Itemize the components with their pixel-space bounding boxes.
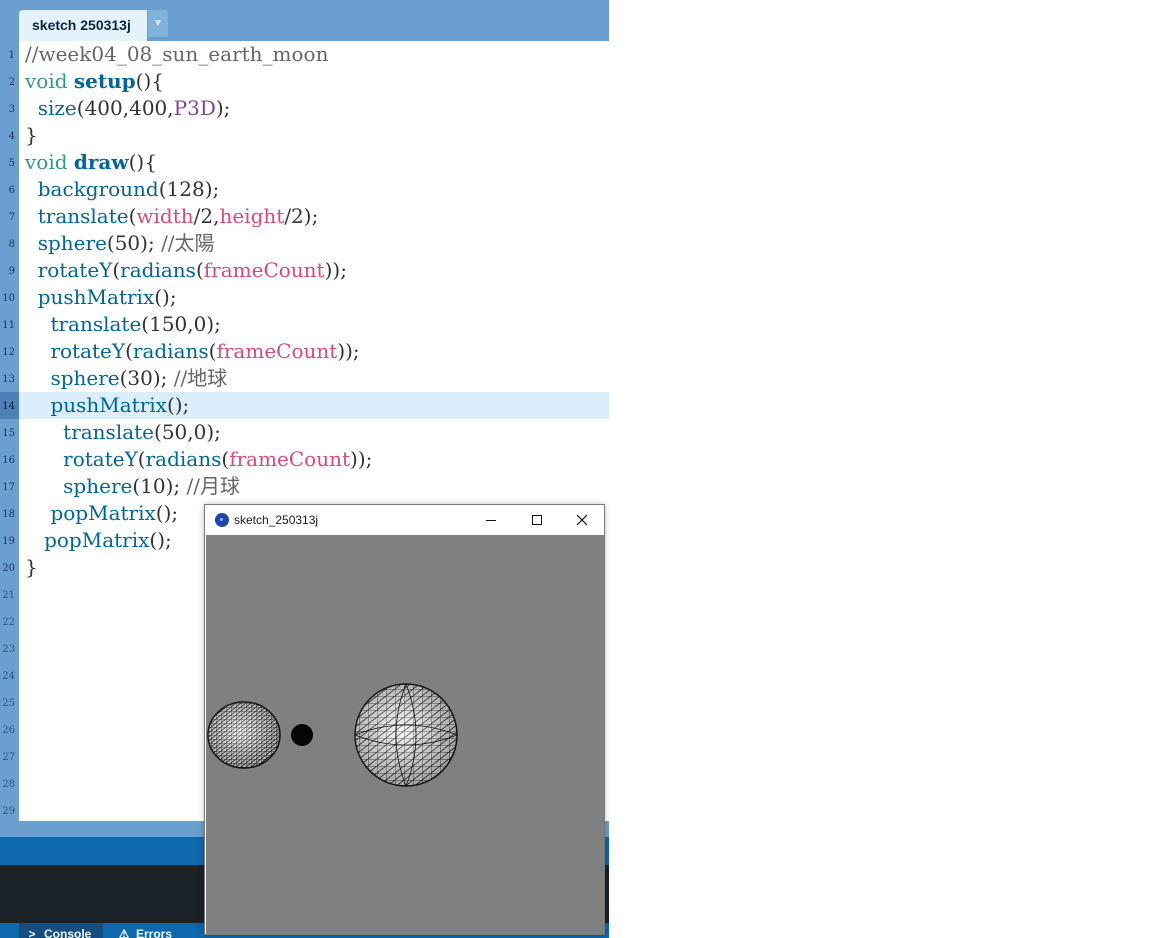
line-number: 21 — [2, 590, 15, 601]
line-number: 2 — [8, 77, 15, 88]
line-number: 10 — [2, 293, 15, 304]
line-number: 13 — [2, 374, 15, 385]
line-number: 1 — [8, 50, 15, 61]
code-line[interactable]: translate(width/2,height/2); — [25, 203, 319, 230]
line-number: 12 — [2, 347, 15, 358]
close-icon — [576, 514, 588, 526]
line-number: 23 — [2, 644, 15, 655]
sketch-render — [207, 683, 458, 787]
sketch-window-title: sketch_250313j — [234, 513, 319, 527]
sketch-window[interactable]: sketch_250313j — [204, 504, 605, 935]
line-number-gutter: 1 2 3 4 5 6 7 8 9 10 11 12 13 14 15 16 17 18 19 20 21 22 23 24 2… — [0, 41, 19, 821]
code-line[interactable]: void draw(){ — [25, 149, 157, 176]
processing-app-icon — [215, 513, 229, 527]
line-number: 29 — [2, 806, 15, 817]
maximize-button[interactable] — [514, 505, 560, 535]
line-number: 4 — [8, 131, 15, 142]
code-line[interactable]: sphere(50); //太陽 — [25, 230, 215, 257]
sun-sphere — [354, 683, 458, 787]
tab-console-label: Console — [44, 927, 92, 938]
line-number: 18 — [2, 509, 15, 520]
terminal-icon: > — [28, 927, 36, 938]
code-line[interactable]: size(400,400,P3D); — [25, 95, 231, 122]
code-line[interactable]: sphere(10); //月球 — [25, 473, 240, 500]
code-line[interactable]: } — [25, 122, 38, 149]
line-number: 25 — [2, 698, 15, 709]
line-number: 24 — [2, 671, 15, 682]
line-number: 16 — [2, 455, 15, 466]
line-number: 27 — [2, 752, 15, 763]
sketch-title-bar[interactable]: sketch_250313j — [205, 505, 604, 535]
code-line[interactable]: } — [25, 554, 38, 581]
line-number: 14 — [0, 392, 19, 419]
sketch-canvas[interactable] — [206, 535, 604, 934]
minimize-icon — [486, 520, 496, 521]
code-line[interactable]: sphere(30); //地球 — [25, 365, 227, 392]
line-number: 15 — [2, 428, 15, 439]
line-number: 20 — [2, 563, 15, 574]
maximize-icon — [532, 515, 542, 525]
tab-errors-label: Errors — [136, 927, 173, 938]
earth-sphere — [207, 701, 281, 769]
line-number: 11 — [2, 320, 15, 331]
line-number: 8 — [8, 239, 15, 250]
line-number: 26 — [2, 725, 15, 736]
code-line[interactable]: rotateY(radians(frameCount)); — [25, 446, 372, 473]
code-line[interactable]: popMatrix(); — [25, 527, 172, 554]
code-line[interactable]: translate(50,0); — [25, 419, 221, 446]
code-line[interactable]: //week04_08_sun_earth_moon — [25, 41, 328, 68]
close-button[interactable] — [559, 505, 605, 535]
tab-menu-chevron-icon[interactable]: ▼ — [148, 10, 168, 37]
line-number: 7 — [8, 212, 15, 223]
code-line[interactable]: rotateY(radians(frameCount)); — [25, 338, 359, 365]
line-number: 3 — [8, 104, 15, 115]
line-number: 17 — [2, 482, 15, 493]
moon-sphere — [291, 724, 313, 746]
sketch-tab[interactable]: sketch 250313j — [19, 10, 147, 41]
code-line[interactable]: popMatrix(); — [25, 500, 178, 527]
code-line[interactable]: translate(150,0); — [25, 311, 220, 338]
line-number: 6 — [8, 185, 15, 196]
tab-console[interactable]: > Console — [19, 923, 103, 938]
code-line[interactable]: rotateY(radians(frameCount)); — [25, 257, 347, 284]
line-number: 28 — [2, 779, 15, 790]
minimize-button[interactable] — [468, 505, 514, 535]
line-number: 5 — [8, 158, 15, 169]
warning-icon: ⚠ — [118, 927, 130, 938]
line-number: 9 — [8, 266, 15, 277]
code-line[interactable]: pushMatrix(); — [25, 392, 189, 419]
line-number: 22 — [2, 617, 15, 628]
editor-tab-bar: sketch 250313j ▼ — [0, 0, 609, 41]
code-line[interactable]: background(128); — [25, 176, 220, 203]
code-line[interactable]: pushMatrix(); — [25, 284, 177, 311]
tab-errors[interactable]: ⚠ Errors — [111, 923, 181, 938]
code-line[interactable]: void setup(){ — [25, 68, 164, 95]
line-number: 19 — [2, 536, 15, 547]
